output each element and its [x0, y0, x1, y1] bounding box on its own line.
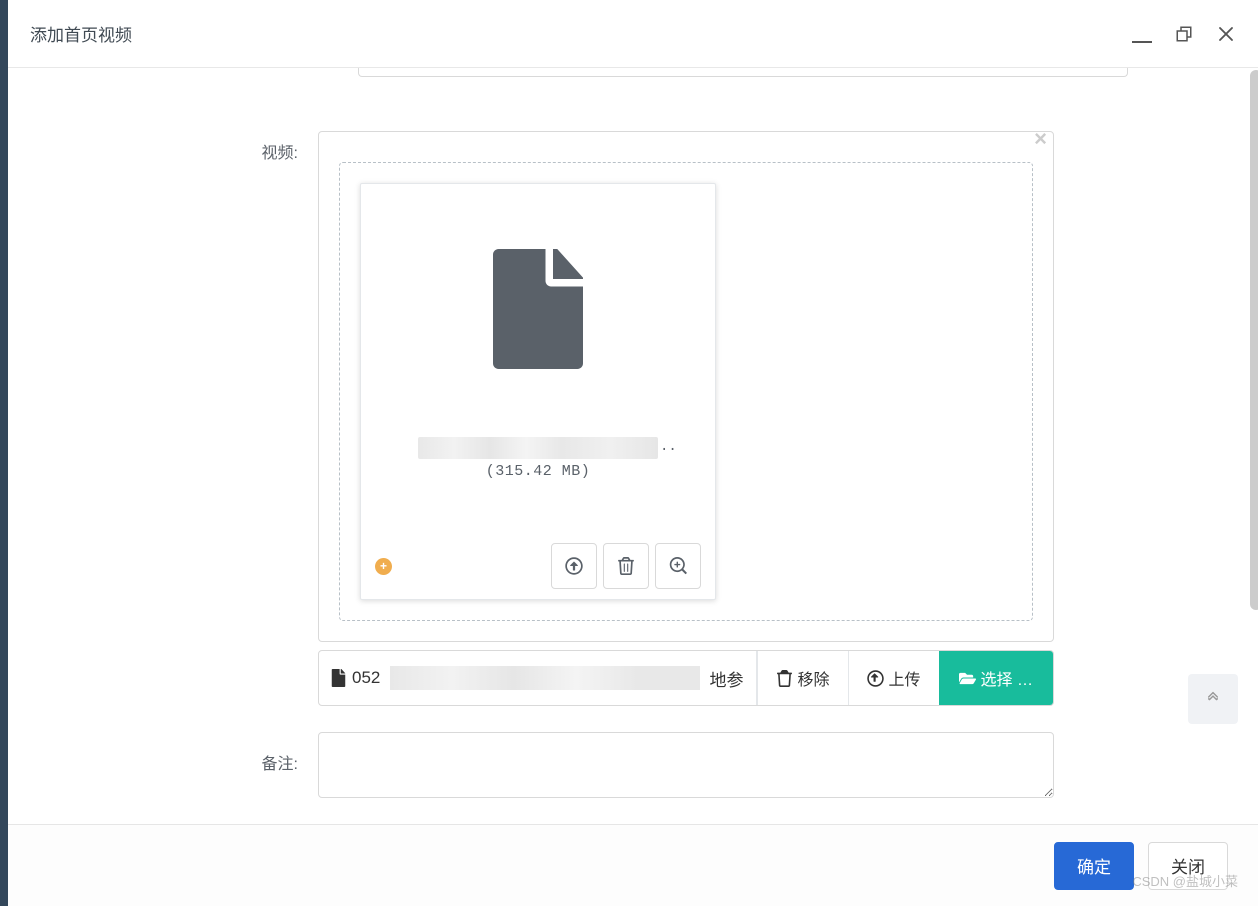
trash-icon — [776, 670, 793, 687]
video-form-content: × (315.42 MB) + — [318, 131, 1054, 706]
upload-circle-icon — [565, 557, 583, 575]
scroll-top-button[interactable] — [1188, 674, 1238, 724]
file-action-bar: 052 地参 移除 上传 选择 … — [318, 650, 1054, 706]
remark-content — [318, 732, 1054, 801]
label-remark: 备注: — [208, 732, 318, 774]
footer-button-bar: 确定 关闭 — [8, 824, 1258, 906]
zoom-in-icon — [669, 557, 687, 575]
content-area: 视频: × (315.42 MB) — [8, 68, 1258, 824]
dialog-title: 添加首页视频 — [30, 21, 132, 46]
video-upload-panel: × (315.42 MB) + — [318, 131, 1054, 642]
card-delete-button[interactable] — [603, 543, 649, 589]
window-controls — [1132, 24, 1236, 44]
card-zoom-button[interactable] — [655, 543, 701, 589]
file-preview-card: (315.42 MB) + — [360, 183, 716, 600]
file-number: 052 — [352, 668, 380, 688]
file-bar-suffix: 地参 — [710, 666, 744, 691]
card-actions — [551, 543, 701, 589]
upload-button[interactable]: 上传 — [848, 651, 939, 705]
card-upload-button[interactable] — [551, 543, 597, 589]
close-icon — [1217, 25, 1235, 43]
folder-open-icon — [959, 670, 976, 687]
file-bar-name-blurred — [390, 666, 699, 690]
dialog-window: 添加首页视频 视频: × — [0, 0, 1258, 906]
file-name-blurred — [418, 437, 658, 459]
title-bar: 添加首页视频 — [8, 0, 1258, 68]
file-icon-small — [331, 669, 346, 687]
drop-zone[interactable]: (315.42 MB) + — [339, 162, 1033, 621]
trash-icon — [617, 557, 635, 575]
previous-field-fragment — [358, 68, 1128, 77]
scrollbar[interactable] — [1250, 70, 1258, 610]
add-badge-icon[interactable]: + — [375, 558, 392, 575]
minimize-button[interactable] — [1132, 24, 1152, 44]
file-name-row — [418, 369, 658, 459]
form-row-remark: 备注: — [48, 732, 1218, 801]
maximize-icon — [1175, 25, 1193, 43]
choose-file-button[interactable]: 选择 … — [939, 651, 1053, 705]
upload-circle-icon — [867, 670, 884, 687]
selected-file-display: 052 地参 — [319, 651, 757, 705]
label-video: 视频: — [208, 131, 318, 163]
remark-textarea[interactable] — [318, 732, 1054, 798]
chevron-double-up-icon — [1205, 691, 1221, 707]
minimize-icon — [1132, 23, 1152, 43]
maximize-button[interactable] — [1174, 24, 1194, 44]
remove-button[interactable]: 移除 — [757, 651, 848, 705]
confirm-button[interactable]: 确定 — [1054, 842, 1134, 890]
card-footer: + — [375, 543, 701, 589]
file-size: (315.42 MB) — [486, 463, 591, 480]
panel-close-button[interactable]: × — [1034, 128, 1047, 150]
close-button[interactable] — [1216, 24, 1236, 44]
file-icon — [493, 249, 583, 369]
close-dialog-button[interactable]: 关闭 — [1148, 842, 1228, 890]
form-row-video: 视频: × (315.42 MB) — [48, 131, 1218, 706]
